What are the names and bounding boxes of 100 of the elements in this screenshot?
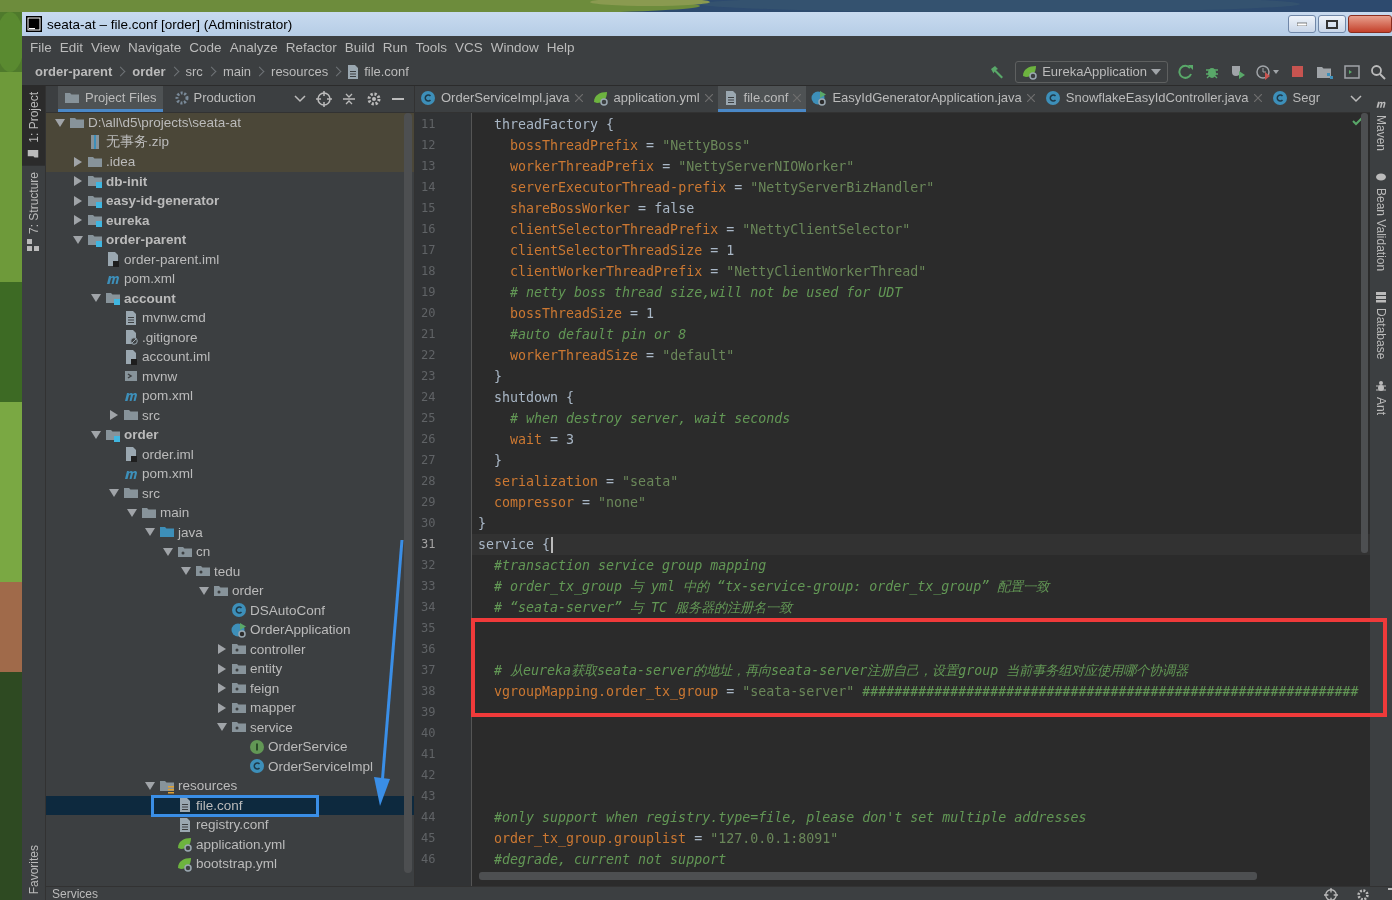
tool-window-button[interactable]: Favorites <box>22 838 45 900</box>
locate-icon[interactable] <box>1324 888 1338 900</box>
tool-window-button[interactable]: Ant <box>1370 373 1392 429</box>
profiler-icon[interactable] <box>1256 63 1280 80</box>
editor-tab[interactable]: application.yml <box>587 86 718 112</box>
menu-item[interactable]: Edit <box>55 39 88 55</box>
tree-item[interactable]: registry.conf <box>46 815 414 835</box>
breadcrumb[interactable]: file.conf <box>364 64 409 79</box>
panel-tab[interactable]: Production <box>168 86 262 112</box>
expander-icon[interactable] <box>217 644 227 655</box>
tool-window-button[interactable]: 7: Structure <box>22 165 45 257</box>
tree-item[interactable]: resources <box>46 776 414 796</box>
editor-tab[interactable]: SnowflakeEasyIdController.java <box>1039 86 1267 112</box>
expander-icon[interactable] <box>127 507 137 518</box>
menu-item[interactable]: Window <box>486 39 543 55</box>
tree-item[interactable]: cn <box>46 542 414 562</box>
expander-icon[interactable] <box>109 488 119 499</box>
menu-item[interactable]: View <box>87 39 125 55</box>
tree-item[interactable]: src <box>46 483 414 503</box>
expander-icon[interactable] <box>217 663 227 674</box>
breadcrumb[interactable]: main <box>222 64 252 79</box>
tree-item[interactable]: account.iml <box>46 347 414 367</box>
maximize-button[interactable] <box>1318 15 1346 33</box>
tree-item[interactable]: java <box>46 522 414 542</box>
expander-icon[interactable] <box>73 215 83 226</box>
expander-icon[interactable] <box>145 780 155 791</box>
expander-icon[interactable] <box>91 429 101 440</box>
tree-item[interactable]: account <box>46 288 414 308</box>
expander-icon[interactable] <box>73 195 83 206</box>
tool-window-button[interactable]: Bean Validation <box>1370 165 1392 286</box>
tree-item[interactable]: order.iml <box>46 444 414 464</box>
menu-item[interactable]: File <box>26 39 56 55</box>
close-button[interactable] <box>1348 15 1392 33</box>
expander-icon[interactable] <box>73 156 83 167</box>
stop-icon[interactable] <box>1290 63 1306 80</box>
tree-item[interactable]: feign <box>46 678 414 698</box>
expander-icon[interactable] <box>109 410 119 421</box>
tree-item[interactable]: pom.xml <box>46 464 414 484</box>
tree-item[interactable]: src <box>46 405 414 425</box>
menu-item[interactable]: VCS <box>451 39 487 55</box>
menu-item[interactable]: Tools <box>411 39 451 55</box>
tree-item[interactable]: main <box>46 503 414 523</box>
tool-window-button[interactable]: 1: Project <box>22 86 45 166</box>
expander-icon[interactable] <box>55 117 65 128</box>
tree-item[interactable]: application.yml <box>46 834 414 854</box>
breadcrumb[interactable]: resources <box>271 64 329 79</box>
menu-item[interactable]: Code <box>185 39 226 55</box>
expander-icon[interactable] <box>217 722 227 733</box>
panel-tab[interactable]: Project Files <box>58 86 163 112</box>
menu-item[interactable]: Run <box>378 39 412 55</box>
tree-item[interactable]: OrderService <box>46 737 414 757</box>
menu-item[interactable]: Help <box>542 39 579 55</box>
tool-window-button[interactable]: Database <box>1370 285 1392 374</box>
tree-item[interactable]: mvnw <box>46 366 414 386</box>
editor-tab[interactable]: file.conf <box>717 86 807 112</box>
terminal-window-icon[interactable] <box>1344 63 1360 80</box>
tree-item[interactable]: order <box>46 425 414 445</box>
breadcrumb[interactable]: src <box>185 64 203 79</box>
rerun-icon[interactable] <box>1178 63 1194 80</box>
expander-icon[interactable] <box>199 585 209 596</box>
expander-icon[interactable] <box>73 234 83 245</box>
expander-icon[interactable] <box>181 566 191 577</box>
tree-item[interactable]: pom.xml <box>46 269 414 289</box>
editor-tab[interactable]: OrderServiceImpl.java <box>415 86 588 112</box>
tree-item[interactable]: OrderApplication <box>46 620 414 640</box>
tree-item[interactable]: mvnw.cmd <box>46 308 414 328</box>
tree-item[interactable]: eureka <box>46 210 414 230</box>
tree-item[interactable]: service <box>46 717 414 737</box>
tree-item[interactable]: order <box>46 581 414 601</box>
tree-item[interactable]: pom.xml <box>46 386 414 406</box>
menu-item[interactable]: Build <box>340 39 379 55</box>
locate-icon[interactable] <box>316 91 332 107</box>
tree-item[interactable]: entity <box>46 659 414 679</box>
tree-item[interactable]: easy-id-generator <box>46 191 414 211</box>
expander-icon[interactable] <box>217 702 227 713</box>
tree-item[interactable]: DSAutoConf <box>46 600 414 620</box>
breadcrumb[interactable]: order-parent <box>35 64 113 79</box>
settings-icon[interactable] <box>1356 888 1370 900</box>
tree-item[interactable]: .gitignore <box>46 327 414 347</box>
tree-item[interactable]: .idea <box>46 152 414 172</box>
expander-icon[interactable] <box>217 683 227 694</box>
tool-window-button[interactable]: Maven <box>1370 92 1392 166</box>
tree-item[interactable]: bootstrap.yml <box>46 854 414 874</box>
breadcrumb[interactable]: order <box>132 64 166 79</box>
editor-tab[interactable]: Segr <box>1266 86 1326 112</box>
menu-item[interactable]: Analyze <box>225 39 282 55</box>
tree-item[interactable]: order-parent.iml <box>46 249 414 269</box>
menu-item[interactable]: Refactor <box>281 39 341 55</box>
tree-item[interactable]: OrderServiceImpl <box>46 756 414 776</box>
tree-item[interactable]: controller <box>46 639 414 659</box>
menu-item[interactable]: Navigate <box>124 39 186 55</box>
build-hammer-icon[interactable] <box>989 63 1006 80</box>
expander-icon[interactable] <box>73 176 83 187</box>
expander-icon[interactable] <box>145 527 155 538</box>
run-configuration-dropdown[interactable]: EurekaApplication <box>1015 60 1168 83</box>
expander-icon[interactable] <box>91 293 101 304</box>
chevron-down-icon[interactable] <box>294 95 306 103</box>
expander-icon[interactable] <box>163 546 173 557</box>
tree-item[interactable]: tedu <box>46 561 414 581</box>
tree-item[interactable]: db-init <box>46 171 414 191</box>
